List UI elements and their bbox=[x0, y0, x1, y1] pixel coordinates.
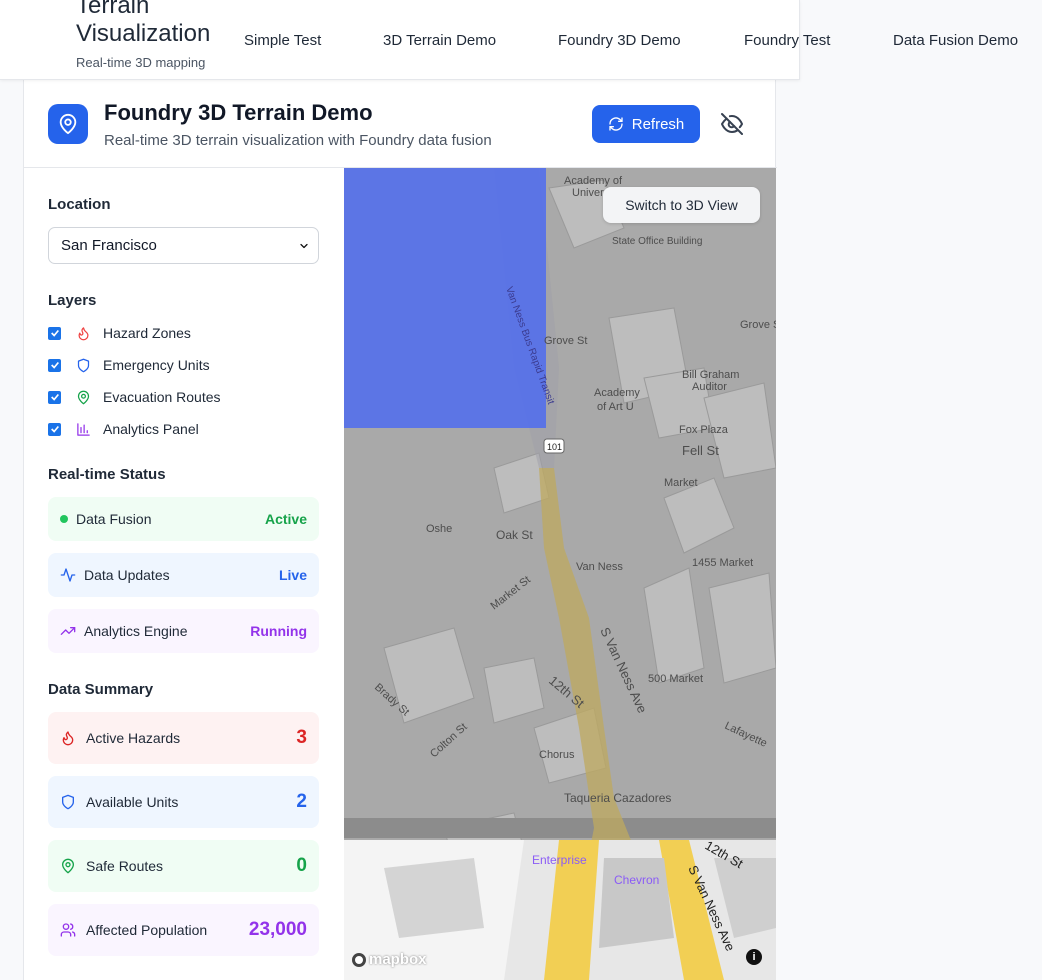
card-header: Foundry 3D Terrain Demo Real-time 3D ter… bbox=[24, 80, 777, 168]
info-icon[interactable]: i bbox=[746, 949, 762, 965]
layer-label: Analytics Panel bbox=[103, 421, 199, 437]
map-label: Grove St bbox=[740, 319, 776, 331]
layer-checkbox[interactable] bbox=[48, 390, 61, 404]
summary-value: 23,000 bbox=[248, 919, 307, 940]
summary-affected-population: Affected Population 23,000 bbox=[48, 904, 319, 956]
demo-card: Foundry 3D Terrain Demo Real-time 3D ter… bbox=[23, 80, 777, 980]
summary-value: 3 bbox=[296, 727, 307, 748]
map-label: Oshe bbox=[426, 523, 452, 535]
page-subtitle: Real-time 3D terrain visualization with … bbox=[104, 132, 492, 149]
map-canvas[interactable]: Academy of University Grove St Grove St … bbox=[344, 168, 776, 980]
map-pin-icon bbox=[48, 104, 88, 144]
summary-label: Active Hazards bbox=[86, 730, 181, 746]
status-label: Data Fusion bbox=[76, 511, 152, 527]
layers-heading: Layers bbox=[48, 292, 97, 309]
map-label: Grove St bbox=[544, 335, 587, 347]
map-label: 101 bbox=[547, 442, 562, 452]
eye-off-icon[interactable] bbox=[720, 112, 744, 136]
status-value: Running bbox=[250, 623, 307, 639]
map-pin-icon bbox=[75, 389, 91, 405]
layer-evacuation-routes: Evacuation Routes bbox=[48, 387, 221, 407]
location-heading: Location bbox=[48, 196, 111, 213]
map-label: Bill Graham bbox=[682, 369, 739, 381]
location-select[interactable]: San Francisco bbox=[48, 227, 319, 264]
map-label: Market bbox=[664, 477, 698, 489]
nav-link-simple-test[interactable]: Simple Test bbox=[244, 32, 321, 49]
chevron-down-icon bbox=[300, 243, 308, 249]
status-dot-icon bbox=[60, 515, 68, 523]
map-label: Taqueria Cazadores bbox=[564, 791, 671, 805]
mapbox-logo[interactable]: mapbox bbox=[352, 951, 427, 968]
layer-emergency-units: Emergency Units bbox=[48, 355, 210, 375]
summary-label: Safe Routes bbox=[86, 858, 164, 874]
layer-checkbox[interactable] bbox=[48, 326, 61, 340]
map-label: Fox Plaza bbox=[679, 424, 729, 436]
layer-label: Emergency Units bbox=[103, 357, 210, 373]
layer-label: Evacuation Routes bbox=[103, 389, 221, 405]
users-icon bbox=[60, 923, 76, 937]
map-label: Chevron bbox=[614, 873, 659, 887]
layer-analytics-panel: Analytics Panel bbox=[48, 419, 199, 439]
summary-safe-routes: Safe Routes 0 bbox=[48, 840, 319, 892]
nav-link-foundry-3d-demo[interactable]: Foundry 3D Demo bbox=[558, 32, 681, 49]
shield-icon bbox=[75, 357, 91, 373]
map-label: Auditor bbox=[692, 381, 727, 393]
layer-checkbox[interactable] bbox=[48, 358, 61, 372]
terrain-map[interactable]: Academy of University Grove St Grove St … bbox=[344, 168, 776, 980]
map-label: Enterprise bbox=[532, 853, 587, 867]
map-label: Chorus bbox=[539, 749, 575, 761]
refresh-icon bbox=[609, 117, 623, 131]
layer-hazard-zones: Hazard Zones bbox=[48, 323, 191, 343]
nav-links: Simple Test 3D Terrain Demo Foundry 3D D… bbox=[0, 32, 1042, 52]
status-data-updates: Data Updates Live bbox=[48, 553, 319, 597]
summary-value: 2 bbox=[296, 791, 307, 812]
map-pin-icon bbox=[62, 858, 74, 874]
mapbox-logo-icon bbox=[352, 952, 366, 967]
realtime-status-heading: Real-time Status bbox=[48, 466, 166, 483]
summary-label: Affected Population bbox=[86, 922, 208, 938]
map-label: Academy of bbox=[564, 175, 623, 187]
status-value: Active bbox=[264, 511, 307, 527]
activity-icon bbox=[60, 568, 76, 582]
summary-active-hazards: Active Hazards 3 bbox=[48, 712, 319, 764]
nav-link-data-fusion-demo[interactable]: Data Fusion Demo bbox=[893, 32, 1018, 49]
status-data-fusion: Data Fusion Active bbox=[48, 497, 319, 541]
map-label: Academy bbox=[594, 387, 640, 399]
status-label: Data Updates bbox=[84, 567, 170, 583]
summary-value: 0 bbox=[296, 855, 307, 876]
nav-link-3d-terrain-demo[interactable]: 3D Terrain Demo bbox=[383, 32, 496, 49]
status-label: Analytics Engine bbox=[84, 623, 188, 639]
nav-link-foundry-test[interactable]: Foundry Test bbox=[744, 32, 830, 49]
summary-available-units: Available Units 2 bbox=[48, 776, 319, 828]
map-label: 500 Market bbox=[648, 673, 703, 685]
status-value: Live bbox=[278, 567, 307, 583]
refresh-label: Refresh bbox=[631, 115, 685, 133]
switch-to-3d-view-button[interactable]: Switch to 3D View bbox=[603, 187, 760, 223]
map-label: 1455 Market bbox=[692, 557, 753, 569]
flame-icon bbox=[62, 731, 74, 746]
data-summary-heading: Data Summary bbox=[48, 681, 154, 698]
control-sidebar: Location San Francisco Layers Hazard Zon… bbox=[24, 168, 344, 980]
status-analytics-engine: Analytics Engine Running bbox=[48, 609, 319, 653]
trending-up-icon bbox=[60, 627, 76, 635]
layer-checkbox[interactable] bbox=[48, 422, 61, 436]
flame-icon bbox=[75, 325, 91, 341]
mapbox-logo-text: mapbox bbox=[369, 951, 427, 968]
layer-label: Hazard Zones bbox=[103, 325, 191, 341]
refresh-button[interactable]: Refresh bbox=[592, 105, 700, 143]
bar-chart-icon bbox=[75, 421, 91, 437]
map-label: Oak St bbox=[496, 528, 533, 542]
location-select-value: San Francisco bbox=[61, 237, 157, 254]
page-title: Foundry 3D Terrain Demo bbox=[104, 100, 373, 125]
map-label: of Art U bbox=[597, 401, 634, 413]
brand-subtitle: Real-time 3D mapping bbox=[76, 55, 206, 70]
shield-icon bbox=[62, 794, 74, 810]
map-label: State Office Building bbox=[612, 236, 702, 247]
map-label: Van Ness bbox=[576, 561, 623, 573]
map-label: Fell St bbox=[682, 443, 719, 458]
summary-label: Available Units bbox=[86, 794, 179, 810]
